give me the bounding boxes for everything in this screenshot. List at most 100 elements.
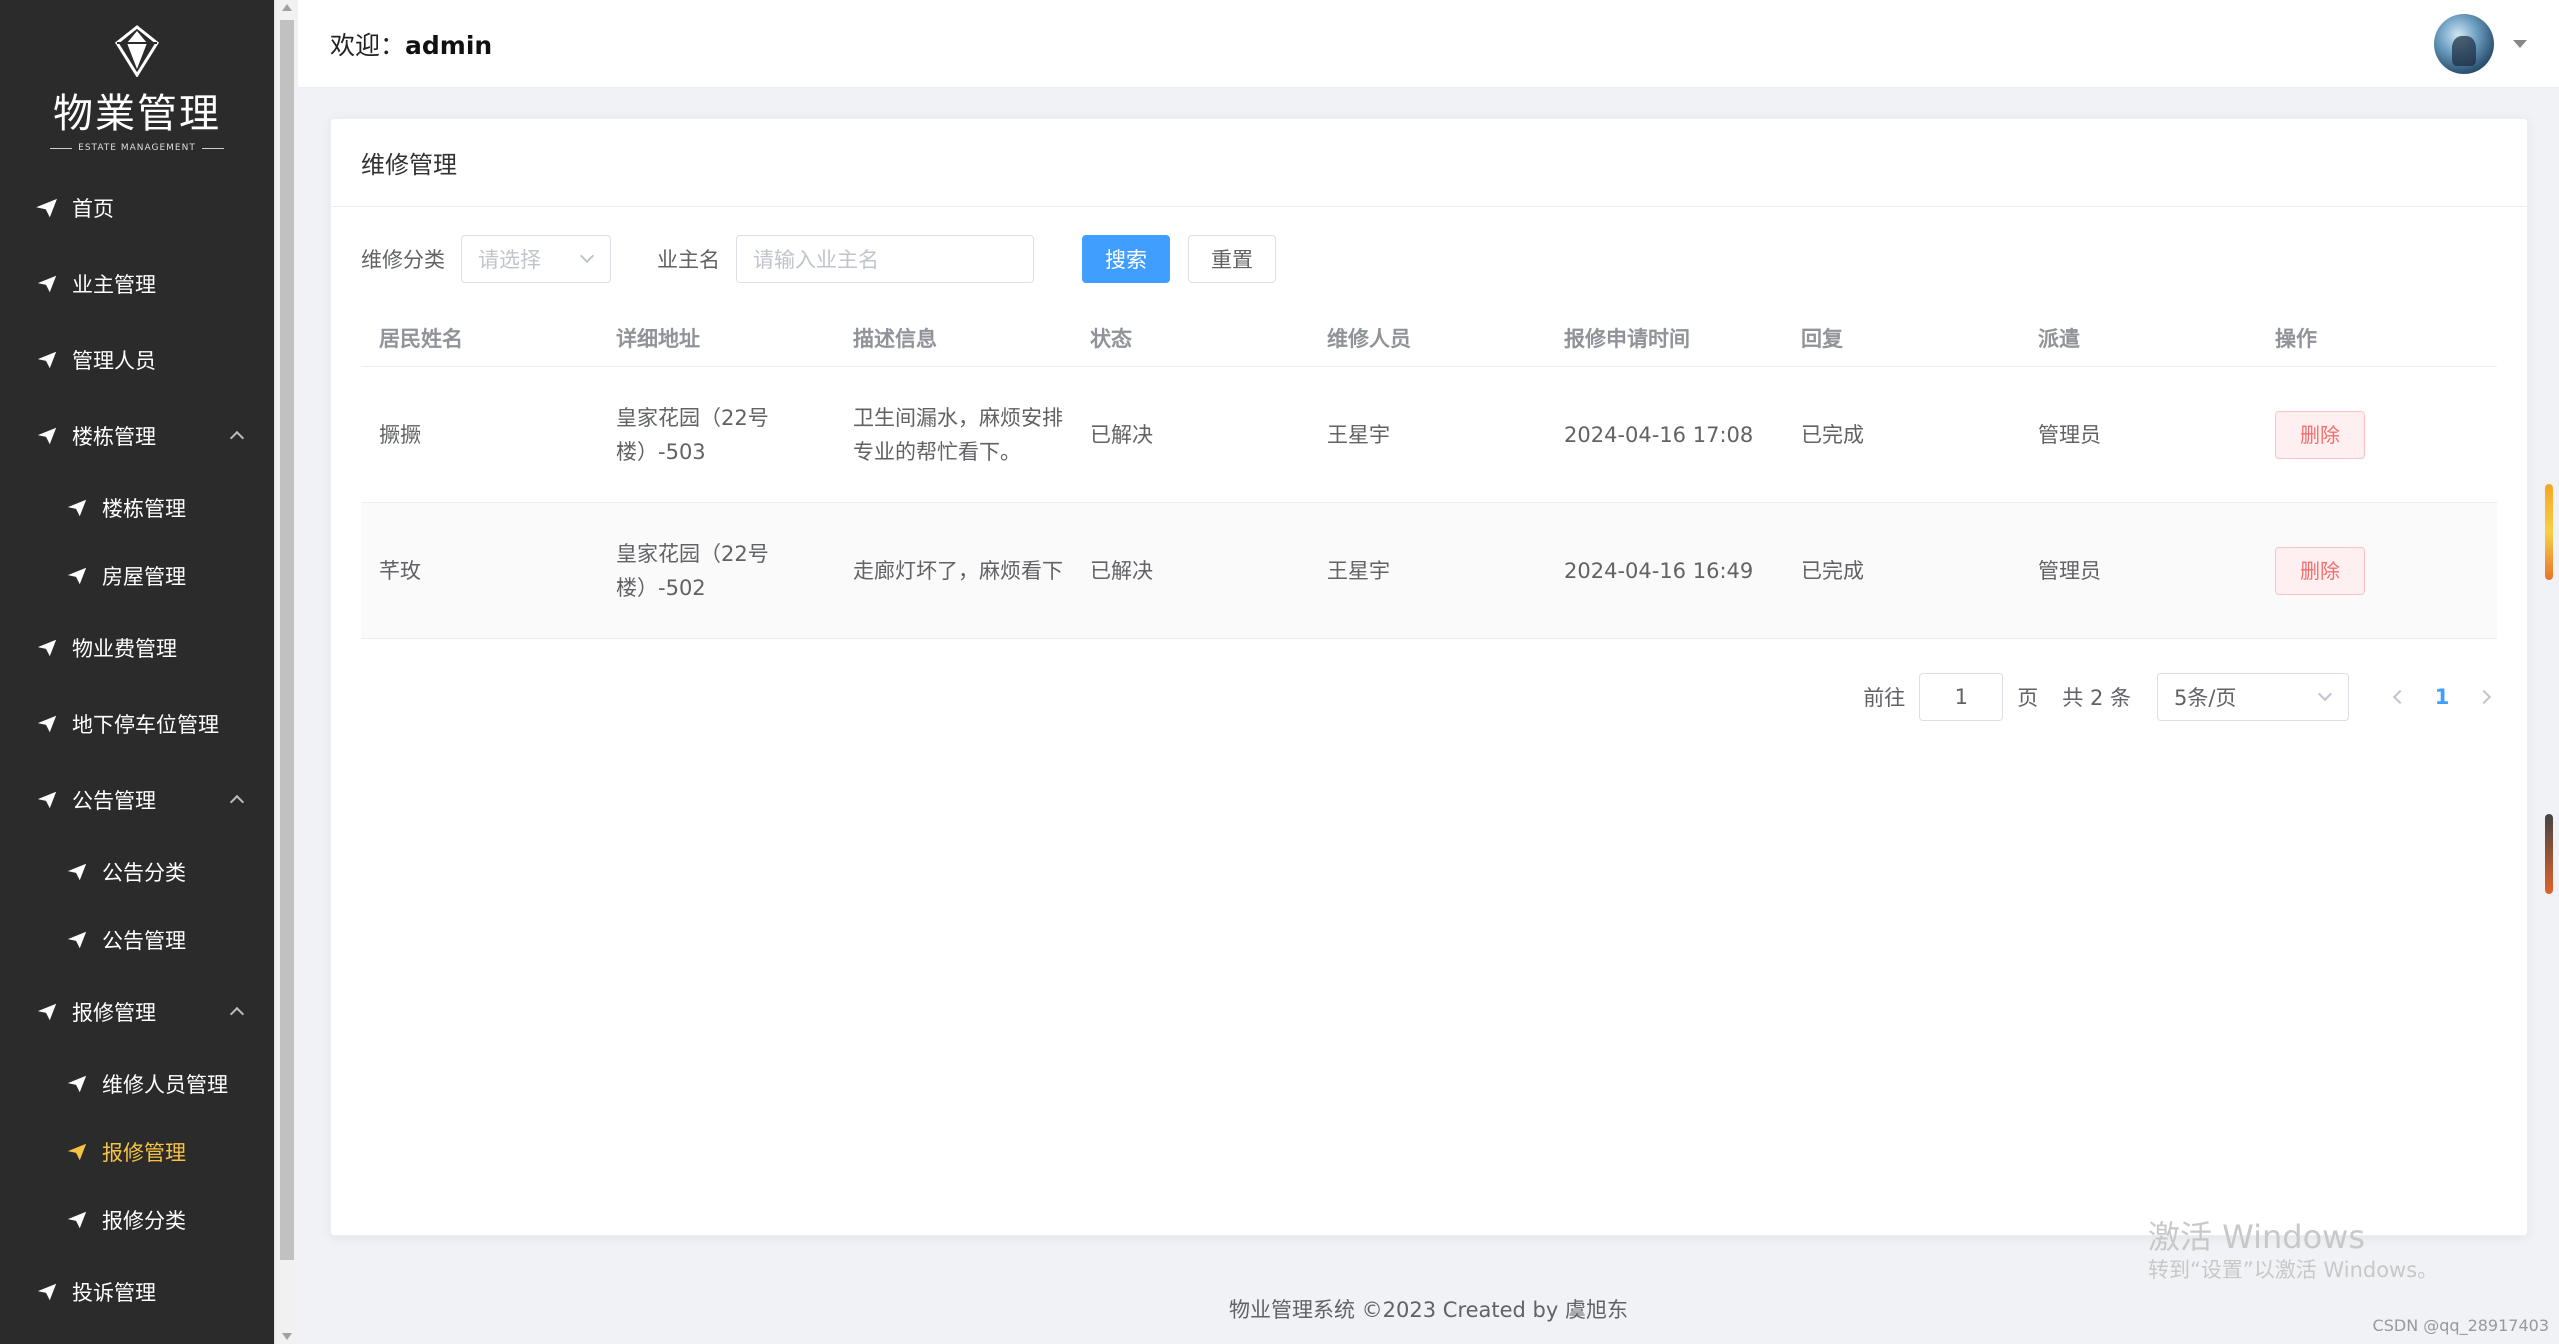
page-number[interactable]: 1 <box>2427 685 2457 709</box>
scroll-up-arrow-icon[interactable] <box>282 4 292 11</box>
search-button[interactable]: 搜索 <box>1082 235 1170 283</box>
sidebar-item-building[interactable]: 楼栋管理 <box>0 474 274 542</box>
scroll-down-arrow-icon[interactable] <box>282 1333 292 1340</box>
paper-plane-icon <box>37 791 57 809</box>
sidebar-item-label: 报修管理 <box>72 1001 156 1025</box>
cell-action: 删除 <box>2257 546 2495 595</box>
reset-button[interactable]: 重置 <box>1188 235 1276 283</box>
right-scroll-indicator <box>2545 484 2553 580</box>
cell-time: 2024-04-16 17:08 <box>1564 422 1754 447</box>
sidebar-item-label: 公告管理 <box>72 789 156 813</box>
sidebar-item-repair[interactable]: 报修管理 <box>0 1118 274 1186</box>
paper-plane-icon <box>67 931 87 949</box>
sidebar-item-label: 公告管理 <box>102 929 186 953</box>
sidebar-item-label: 管理人员 <box>72 349 156 373</box>
prev-page-icon[interactable] <box>2392 689 2408 705</box>
column-header: 状态 <box>1090 326 1132 351</box>
cell-address: 皇家花园（22号楼）-503 <box>616 405 769 464</box>
sidebar-item-property-fee[interactable]: 物业费管理 <box>0 610 274 686</box>
category-label: 维修分类 <box>361 248 445 272</box>
chevron-up-icon <box>229 430 245 446</box>
sidebar-item-label: 房屋管理 <box>102 565 186 589</box>
sidebar: 物業管理 ESTATE MANAGEMENT 首页 业主管理 管理人员 楼栋管理… <box>0 0 274 1344</box>
logo: 物業管理 ESTATE MANAGEMENT <box>0 0 274 170</box>
sidebar-item-label: 地下停车位管理 <box>72 713 219 737</box>
paper-plane-icon <box>67 1211 87 1229</box>
sidebar-group-repair[interactable]: 报修管理 <box>0 974 274 1050</box>
sidebar-item-label: 物业费管理 <box>72 637 177 661</box>
sidebar-item-owner[interactable]: 业主管理 <box>0 246 274 322</box>
column-header: 描述信息 <box>853 326 937 351</box>
cell-time: 2024-04-16 16:49 <box>1564 558 1754 583</box>
sidebar-menu: 首页 业主管理 管理人员 楼栋管理 楼栋管理 房屋管理 物业费管理 地下停车位管… <box>0 170 274 1330</box>
logo-subtitle: ESTATE MANAGEMENT <box>50 143 224 153</box>
sidebar-item-home[interactable]: 首页 <box>0 170 274 246</box>
activation-watermark-subtitle: 转到“设置”以激活 Windows。 <box>2148 1258 2439 1282</box>
paper-plane-icon <box>67 1143 87 1161</box>
sidebar-item-label: 楼栋管理 <box>102 497 186 521</box>
avatar[interactable] <box>2434 14 2494 74</box>
next-page-icon[interactable] <box>2476 689 2492 705</box>
logo-title: 物業管理 <box>53 91 221 137</box>
username: admin <box>405 30 493 60</box>
sidebar-group-notice[interactable]: 公告管理 <box>0 762 274 838</box>
paper-plane-icon <box>37 427 57 445</box>
welcome-prefix: 欢迎： <box>330 30 406 60</box>
pagination: 前往 1 页 共 2 条 5条/页 1 <box>1863 673 2497 721</box>
sidebar-item-parking[interactable]: 地下停车位管理 <box>0 686 274 762</box>
column-header: 回复 <box>1801 326 1843 351</box>
scrollbar-thumb[interactable] <box>280 20 294 1260</box>
right-scroll-indicator <box>2545 814 2553 894</box>
sidebar-item-label: 投诉管理 <box>72 1281 156 1305</box>
cell-dispatch: 管理员 <box>2038 558 2101 583</box>
caret-down-icon[interactable] <box>2513 40 2527 48</box>
cell-reply: 已完成 <box>1801 558 1864 583</box>
sidebar-item-notice[interactable]: 公告管理 <box>0 906 274 974</box>
activation-watermark-title: 激活 Windows <box>2148 1218 2366 1256</box>
sidebar-item-label: 报修管理 <box>102 1141 186 1165</box>
cell-reply: 已完成 <box>1801 422 1864 447</box>
paper-plane-icon <box>37 639 57 657</box>
goto-label: 前往 <box>1863 686 1906 710</box>
paper-plane-icon <box>37 275 57 293</box>
paper-plane-icon <box>67 567 87 585</box>
sidebar-item-admins[interactable]: 管理人员 <box>0 322 274 398</box>
sidebar-item-label: 业主管理 <box>72 273 156 297</box>
table-row: 芊玫 皇家花园（22号楼）-502 走廊灯坏了，麻烦看下 已解决 王星宇 202… <box>361 503 2497 639</box>
welcome-text: 欢迎：admin <box>330 26 492 62</box>
repair-management-card: 维修管理 维修分类 请选择 业主名 请输入业主名 搜索 重置 居民姓名 详细地址… <box>330 118 2528 1236</box>
sidebar-scrollbar[interactable] <box>274 0 298 1344</box>
owner-placeholder: 请输入业主名 <box>753 248 879 272</box>
sidebar-item-complaint[interactable]: 投诉管理 <box>0 1254 274 1330</box>
sidebar-group-building[interactable]: 楼栋管理 <box>0 398 274 474</box>
owner-label: 业主名 <box>657 248 720 272</box>
filter-bar: 维修分类 请选择 业主名 请输入业主名 搜索 重置 <box>361 235 1276 283</box>
page-suffix: 页 <box>2017 686 2039 710</box>
sidebar-item-label: 首页 <box>72 197 114 221</box>
column-header: 详细地址 <box>616 326 700 351</box>
owner-name-input[interactable]: 请输入业主名 <box>736 235 1034 283</box>
category-select[interactable]: 请选择 <box>461 235 611 283</box>
sidebar-item-label: 楼栋管理 <box>72 425 156 449</box>
cell-name: 芊玫 <box>379 558 421 583</box>
goto-page-input[interactable]: 1 <box>1919 673 2004 721</box>
cell-description: 卫生间漏水，麻烦安排专业的帮忙看下。 <box>853 405 1063 464</box>
column-header: 维修人员 <box>1327 326 1411 351</box>
paper-plane-icon <box>37 351 57 369</box>
column-header: 报修申请时间 <box>1564 326 1690 351</box>
cell-status: 已解决 <box>1090 422 1153 447</box>
diamond-logo-icon <box>115 25 159 77</box>
sidebar-item-notice-category[interactable]: 公告分类 <box>0 838 274 906</box>
cell-status: 已解决 <box>1090 558 1153 583</box>
paper-plane-icon <box>37 1003 57 1021</box>
table-header: 居民姓名 详细地址 描述信息 状态 维修人员 报修申请时间 回复 派遣 操作 <box>361 311 2497 367</box>
delete-button[interactable]: 删除 <box>2275 546 2365 595</box>
cell-repairer: 王星宇 <box>1327 422 1390 447</box>
sidebar-item-repairer[interactable]: 维修人员管理 <box>0 1050 274 1118</box>
sidebar-item-repair-category[interactable]: 报修分类 <box>0 1186 274 1254</box>
footer-text: 物业管理系统 ©2023 Created by 虞旭东 <box>1228 1298 1628 1322</box>
delete-button[interactable]: 删除 <box>2275 410 2365 459</box>
page-size-select[interactable]: 5条/页 <box>2157 673 2349 721</box>
sidebar-item-house[interactable]: 房屋管理 <box>0 542 274 610</box>
paper-plane-icon <box>36 198 57 218</box>
